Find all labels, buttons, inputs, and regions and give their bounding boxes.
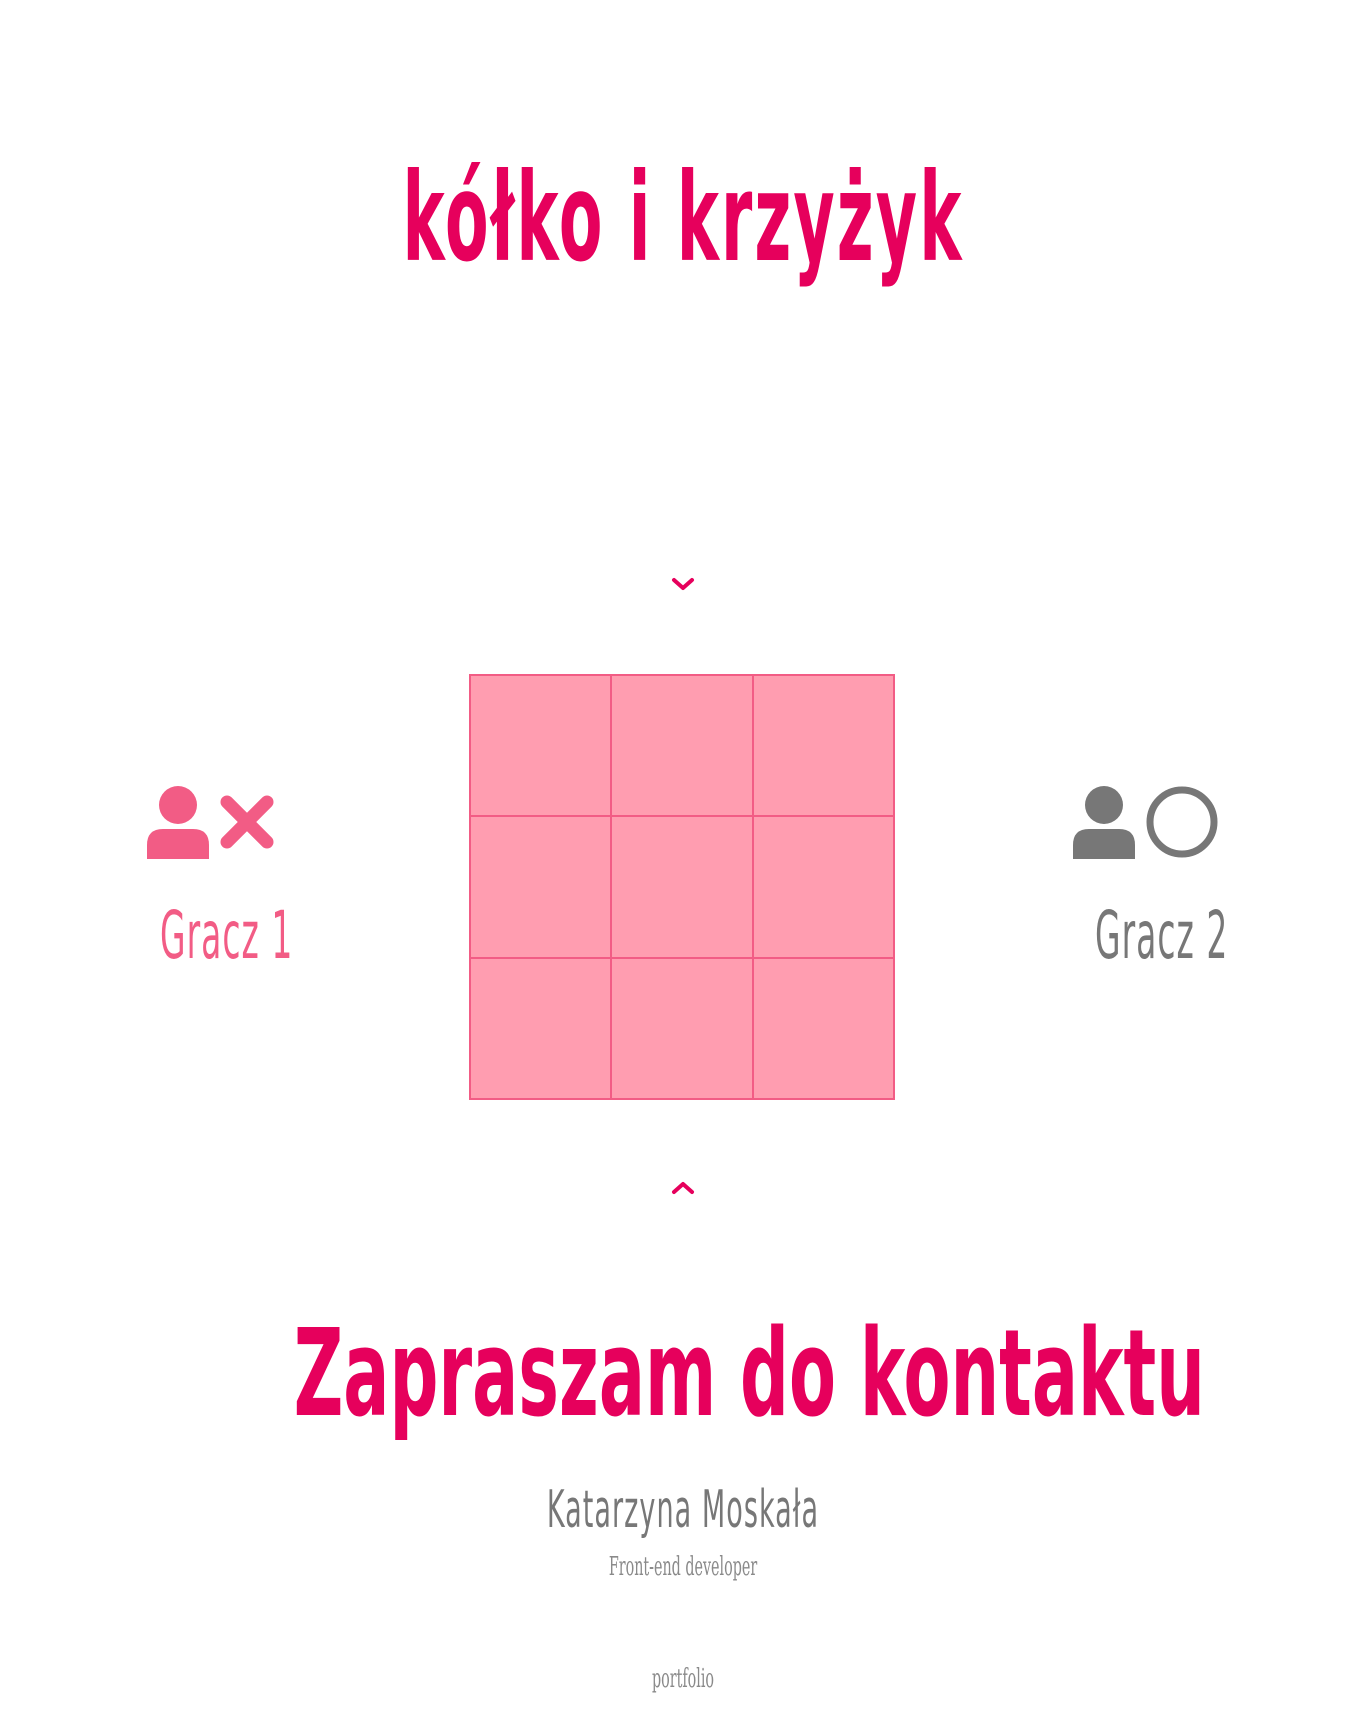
board-cell[interactable] <box>611 957 753 1099</box>
player-1: Gracz 1 <box>110 784 310 976</box>
author-name: Katarzyna Moskała <box>546 1480 820 1540</box>
chevron-up-icon[interactable] <box>669 1178 697 1198</box>
contact-heading: Zapraszam do kontaktu <box>293 1305 1205 1444</box>
player-2: Gracz 2 <box>1045 784 1245 976</box>
cross-icon <box>219 794 275 854</box>
game-board <box>469 674 895 1100</box>
author-role: Front-end developer <box>608 1552 758 1582</box>
board-cell[interactable] <box>470 816 612 958</box>
board-cell[interactable] <box>611 675 753 817</box>
game-title: kółko i krzyżyk <box>402 147 964 289</box>
board-cell[interactable] <box>752 957 894 1099</box>
user-icon <box>145 785 211 863</box>
board-cell[interactable] <box>470 675 612 817</box>
board-cell[interactable] <box>752 816 894 958</box>
circle-icon <box>1145 785 1219 863</box>
board-cell[interactable] <box>611 816 753 958</box>
player-2-name: Gracz 2 <box>1095 897 1229 974</box>
board-cell[interactable] <box>470 957 612 1099</box>
board-cell[interactable] <box>752 675 894 817</box>
player-1-name: Gracz 1 <box>160 897 294 974</box>
chevron-down-icon[interactable] <box>669 574 697 594</box>
portfolio-link[interactable]: portfolio <box>307 1663 1058 1695</box>
user-icon <box>1071 785 1137 863</box>
